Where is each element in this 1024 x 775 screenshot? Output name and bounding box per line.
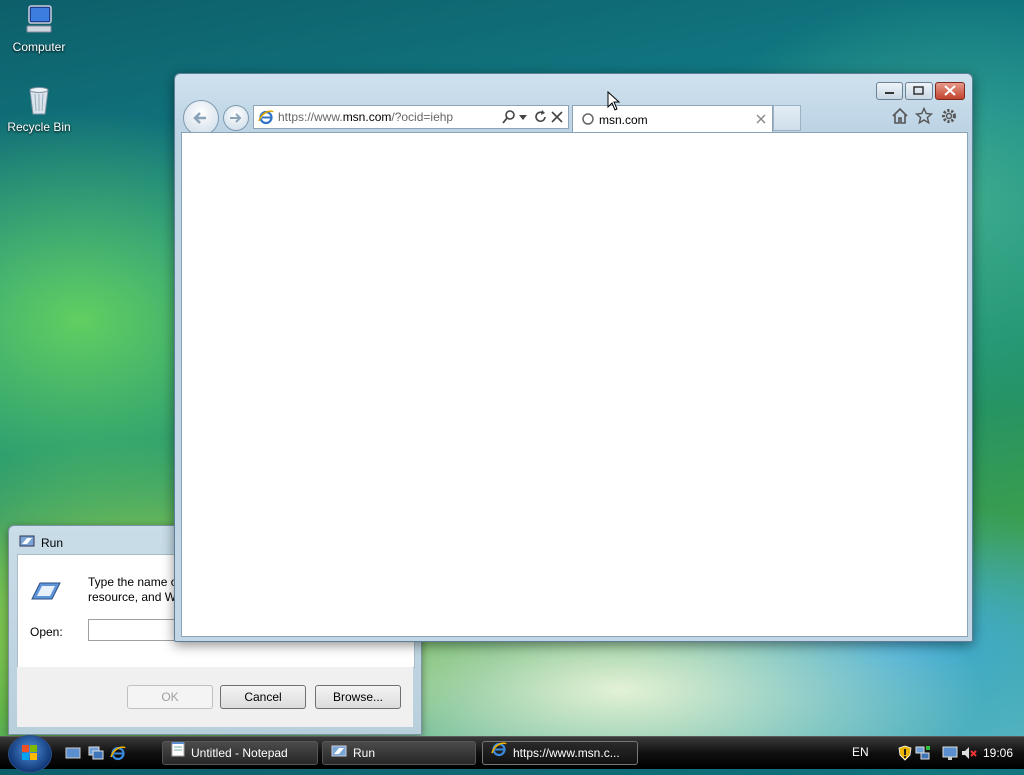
notepad-icon <box>171 741 185 765</box>
home-icon[interactable] <box>891 107 909 128</box>
refresh-icon[interactable] <box>534 109 548 128</box>
address-bar[interactable]: https://www.msn.com/?ocid=iehp <box>253 105 569 129</box>
search-icon[interactable] <box>502 109 516 128</box>
gear-icon[interactable] <box>940 107 958 128</box>
switch-windows-icon[interactable] <box>88 745 104 761</box>
stop-icon[interactable] <box>551 109 563 128</box>
desktop-icon-computer[interactable]: Computer <box>1 4 77 54</box>
run-icon <box>19 535 35 550</box>
computer-icon <box>23 4 55 36</box>
taskbar-item-browser[interactable]: https://www.msn.c... <box>482 741 638 765</box>
volume-muted-icon[interactable] <box>961 745 977 761</box>
recycle-bin-icon <box>23 84 55 116</box>
taskbar-item-label: https://www.msn.c... <box>513 746 620 760</box>
mouse-cursor-icon <box>607 90 621 114</box>
minimize-button[interactable] <box>876 82 903 100</box>
taskbar-item-label: Untitled - Notepad <box>191 746 288 760</box>
back-button[interactable] <box>183 100 219 136</box>
minimize-icon <box>885 92 894 94</box>
run-dialog-footer: OK Cancel Browse... <box>17 667 413 727</box>
run-description: Type the name of resource, and Win <box>88 575 185 604</box>
dropdown-arrow-icon[interactable] <box>518 109 528 128</box>
run-dialog-title: Run <box>41 535 64 550</box>
ie-quicklaunch-icon[interactable] <box>110 745 126 761</box>
back-arrow-icon <box>193 112 206 124</box>
close-button[interactable] <box>935 82 965 100</box>
restore-icon <box>913 86 924 95</box>
loading-icon <box>581 112 595 129</box>
cancel-button[interactable]: Cancel <box>220 685 306 709</box>
forward-arrow-icon <box>230 113 242 123</box>
browse-button[interactable]: Browse... <box>315 685 401 709</box>
address-url-prefix: https://www. <box>278 110 343 124</box>
close-icon <box>944 85 956 96</box>
address-url-suffix: /?ocid=iehp <box>391 110 454 124</box>
tab-close-icon[interactable] <box>755 113 767 128</box>
browser-window: https://www.msn.com/?ocid=iehp msn.com <box>174 73 973 642</box>
desktop-icon-label: Computer <box>12 40 66 54</box>
ie-page-icon <box>258 109 274 128</box>
taskbar-item-label: Run <box>353 746 376 760</box>
show-desktop-icon[interactable] <box>65 745 81 761</box>
ok-button[interactable]: OK <box>127 685 213 709</box>
tab-title: msn.com <box>599 113 648 127</box>
clock[interactable]: 19:06 <box>983 746 1013 760</box>
network-icon[interactable] <box>915 745 931 761</box>
taskbar-item-run[interactable]: Run <box>322 741 476 765</box>
desktop-icon-label: Recycle Bin <box>7 120 71 134</box>
page-content[interactable] <box>181 132 968 637</box>
start-button[interactable] <box>8 735 52 773</box>
run-program-icon <box>30 579 62 606</box>
taskbar: Untitled - Notepad Run https://www.msn.c… <box>0 735 1024 773</box>
taskbar-item-notepad[interactable]: Untitled - Notepad <box>162 741 318 765</box>
ie-icon <box>491 741 507 765</box>
run-icon <box>331 741 347 765</box>
security-shield-icon[interactable] <box>897 745 913 761</box>
address-url-domain: msn.com <box>342 110 392 124</box>
display-icon[interactable] <box>942 745 958 761</box>
run-dialog-titlebar[interactable]: Run <box>19 535 63 550</box>
windows-logo-icon <box>22 745 37 760</box>
forward-button[interactable] <box>223 105 249 131</box>
tab-msn[interactable]: msn.com <box>572 105 773 132</box>
language-indicator[interactable]: EN <box>852 745 869 759</box>
new-tab-button[interactable] <box>773 105 801 131</box>
favorites-star-icon[interactable] <box>914 106 934 128</box>
open-label: Open: <box>30 625 63 639</box>
restore-button[interactable] <box>905 82 933 100</box>
address-url: https://www.msn.com/?ocid=iehp <box>278 110 453 124</box>
desktop-icon-recycle-bin[interactable]: Recycle Bin <box>1 84 77 134</box>
